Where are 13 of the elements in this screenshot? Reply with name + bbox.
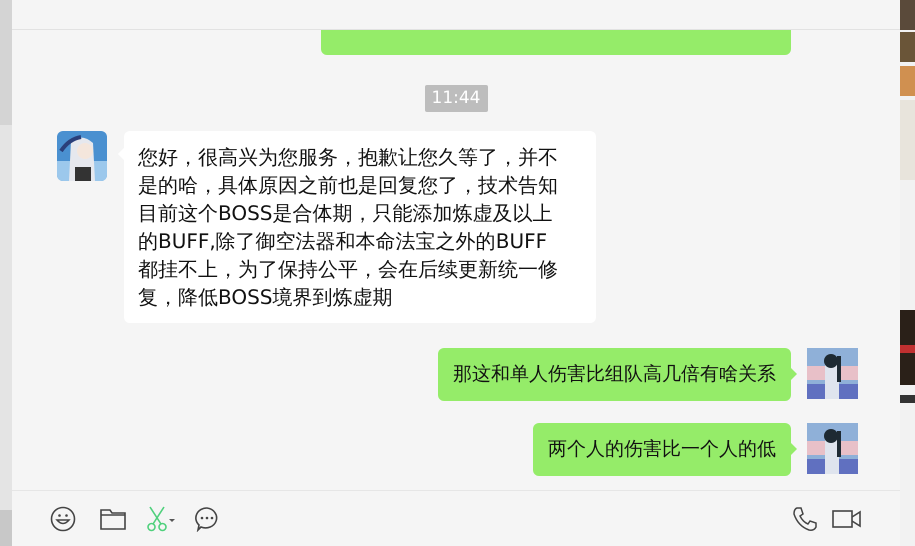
emoji-icon[interactable] (50, 506, 76, 532)
avatar[interactable] (807, 423, 858, 474)
message-bubble: 两个人的伤害比一个人的低 (533, 423, 791, 476)
message-bubble: 那这和单人伤害比组队高几倍有啥关系 (438, 348, 791, 401)
message-bubble: 您好，很高兴为您服务，抱歉让您久等了，并不是的哈，具体原因之前也是回复您了，技术告知目前这个BOSS是合体期，只能添加炼虚及以上的BUFF,除了御空法器和本命法宝之外的BUFF都挂不上，为了保持公平，会在后续更新统一修复，降低BOSS境界到炼虚期 (124, 131, 596, 323)
timestamp: 11:44 (424, 85, 488, 112)
avatar[interactable] (57, 131, 107, 181)
folder-icon[interactable] (100, 508, 126, 530)
chat-bubble-icon[interactable] (194, 506, 220, 532)
video-call-icon[interactable] (832, 508, 862, 528)
phone-icon[interactable] (792, 506, 818, 532)
avatar[interactable] (807, 348, 858, 399)
window-edge (0, 510, 12, 546)
